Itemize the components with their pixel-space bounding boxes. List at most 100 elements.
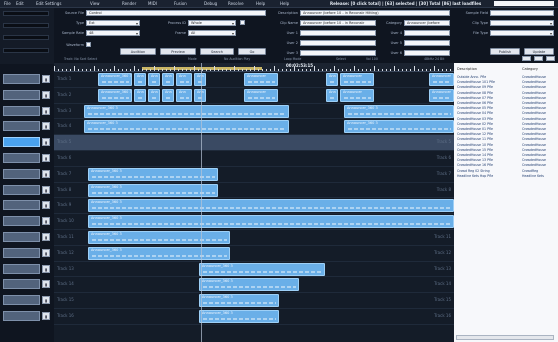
- track-select-button[interactable]: [3, 279, 40, 290]
- track-toggle-icon[interactable]: ▮: [42, 122, 50, 131]
- waveform-checkbox[interactable]: [86, 42, 91, 47]
- playhead[interactable]: [201, 63, 202, 342]
- audio-clip[interactable]: Announcer_360 3: [88, 167, 218, 181]
- audio-clip[interactable]: Announcer_360 3: [88, 215, 454, 229]
- audio-clip[interactable]: Announcer_360 3: [88, 183, 218, 197]
- user5-input[interactable]: [404, 40, 450, 46]
- audio-clip[interactable]: Ann: [326, 73, 338, 86]
- track-lane[interactable]: Track 5 Track 5: [54, 135, 454, 151]
- audio-clip[interactable]: Announcer_360 3: [88, 231, 230, 244]
- audio-clip[interactable]: Announcer_360 3: [84, 120, 289, 134]
- track-toggle-icon[interactable]: ▮: [42, 296, 50, 305]
- track-toggle-icon[interactable]: ▮: [42, 154, 50, 162]
- audio-clip[interactable]: Announcer_360 3: [199, 278, 299, 292]
- audio-clip[interactable]: Ann: [194, 73, 206, 86]
- file-type-select[interactable]: [490, 30, 554, 36]
- user2-input[interactable]: [300, 40, 376, 46]
- result-category[interactable]: CrowdedHouse: [522, 163, 546, 168]
- search-button[interactable]: Search: [200, 48, 234, 55]
- user6-input[interactable]: [404, 50, 450, 56]
- sample-rate-select[interactable]: 48: [86, 30, 140, 36]
- menu-help[interactable]: Help: [256, 1, 265, 6]
- menu-fusion[interactable]: Fusion: [174, 1, 187, 6]
- user3-input[interactable]: [300, 50, 376, 56]
- sample-field-input[interactable]: [490, 10, 554, 16]
- audio-clip[interactable]: Ann: [148, 88, 160, 102]
- track-select-button[interactable]: [3, 311, 40, 321]
- audio-clip[interactable]: Announcer_360 3: [199, 262, 325, 276]
- result-category[interactable]: CrowdedHouse: [522, 111, 546, 116]
- audio-clip[interactable]: Ann: [134, 88, 146, 102]
- frame-select[interactable]: All: [188, 30, 236, 36]
- audio-clip[interactable]: Announcer_360 3: [88, 199, 454, 213]
- track-select-button[interactable]: [3, 200, 40, 211]
- category-column-header[interactable]: Category: [522, 67, 538, 71]
- audition-button[interactable]: Audition: [120, 48, 156, 55]
- menu-midi[interactable]: MIDI: [148, 1, 157, 6]
- track-toggle-icon[interactable]: ▮: [42, 233, 50, 241]
- panel-button-2[interactable]: [534, 56, 543, 61]
- track-select-button[interactable]: [3, 121, 40, 132]
- audio-clip[interactable]: Ann: [162, 88, 174, 102]
- audio-clip[interactable]: Announcer_360 3: [98, 88, 132, 102]
- track-toggle-icon[interactable]: ▮: [42, 90, 50, 99]
- track-select-button[interactable]: [3, 74, 40, 84]
- track-toggle-icon[interactable]: ▮: [42, 106, 50, 115]
- audio-clip[interactable]: Announcer_360 3: [88, 246, 230, 260]
- audio-clip[interactable]: Ann: [148, 73, 160, 86]
- audio-clip[interactable]: Announcer_360 3: [98, 73, 132, 86]
- menu-resolve[interactable]: Resolve: [228, 1, 244, 6]
- audio-clip[interactable]: Ann: [326, 88, 338, 102]
- result-description[interactable]: CrowdedHouse 04 Pfle: [457, 111, 495, 116]
- audio-clip[interactable]: Announcer: [429, 73, 454, 86]
- description-column-header[interactable]: Description: [457, 67, 477, 71]
- audio-clip[interactable]: Announcer: [429, 88, 454, 102]
- audio-clip[interactable]: Ann: [134, 73, 146, 86]
- result-category[interactable]: Headline Kets: [522, 174, 546, 179]
- preview-button[interactable]: Preview: [160, 48, 196, 55]
- track-toggle-icon[interactable]: ▮: [42, 248, 50, 257]
- track-select-button[interactable]: [3, 216, 40, 227]
- result-category[interactable]: CrowdedHouse: [522, 85, 546, 90]
- track-select-button[interactable]: [3, 295, 40, 306]
- track-toggle-icon[interactable]: ▮: [42, 201, 50, 210]
- track-select-button[interactable]: [3, 105, 40, 116]
- process-id-select[interactable]: Whole: [188, 20, 236, 26]
- result-description[interactable]: Headline Kets Hop Pfle: [457, 174, 495, 179]
- track-toggle-icon[interactable]: ▮: [42, 312, 50, 320]
- track-select-button[interactable]: [3, 232, 40, 242]
- process-checkbox[interactable]: [240, 20, 245, 25]
- menu-debug[interactable]: Debug: [204, 1, 217, 6]
- menu-file[interactable]: File: [4, 1, 11, 6]
- audio-clip[interactable]: Announcer_360 3: [199, 310, 279, 323]
- track-toggle-icon[interactable]: ▮: [42, 185, 50, 194]
- track-toggle-icon[interactable]: ▮: [42, 138, 50, 147]
- description-input[interactable]: Announcer (before 10 - in Reconstr Hitti…: [300, 10, 450, 16]
- user1-input[interactable]: [300, 30, 376, 36]
- menu-edit[interactable]: Edit: [16, 1, 24, 6]
- source-file-input[interactable]: Control: [86, 10, 266, 16]
- track-select-button[interactable]: [3, 263, 40, 274]
- track-select-button[interactable]: [3, 168, 40, 179]
- go-button[interactable]: Go: [238, 48, 266, 55]
- publish-button[interactable]: Publish: [490, 48, 520, 55]
- audio-clip[interactable]: Announcer_360 3: [199, 294, 279, 308]
- result-description[interactable]: CrowdedHouse 09 Pfle: [457, 85, 495, 90]
- audio-clip[interactable]: Announcer_360 3: [344, 120, 454, 134]
- type-select[interactable]: Ext: [86, 20, 140, 26]
- track-toggle-icon[interactable]: ▮: [42, 217, 50, 226]
- audio-clip[interactable]: Announcer: [340, 73, 374, 86]
- timeline-ruler[interactable]: 00:02:53:15: [54, 63, 454, 72]
- clip-name-input[interactable]: Announcer (before 10 - in Reconstr: [300, 20, 376, 26]
- top-dropdown[interactable]: [494, 1, 554, 6]
- audio-clip[interactable]: Announcer_360 3: [344, 104, 454, 118]
- result-description[interactable]: CrowdedHouse 11 Pfle: [457, 137, 495, 142]
- audio-clip[interactable]: Announcer: [244, 88, 278, 102]
- audio-clip[interactable]: Announcer: [340, 88, 374, 102]
- result-category[interactable]: CrowdedHouse: [522, 137, 546, 142]
- track-select-button[interactable]: [3, 153, 40, 163]
- menu-help-2[interactable]: Help: [280, 1, 289, 6]
- results-horizontal-scrollbar[interactable]: [456, 335, 554, 340]
- track-toggle-icon[interactable]: ▮: [42, 75, 50, 83]
- track-select-button[interactable]: [3, 184, 40, 195]
